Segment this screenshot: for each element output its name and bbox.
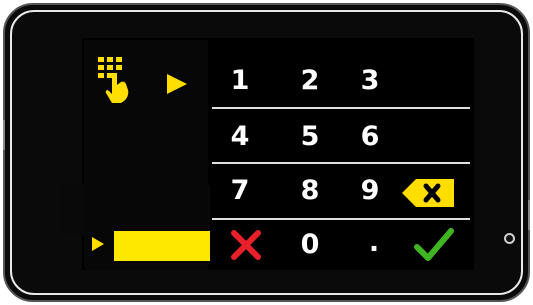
play-arrow-icon <box>167 74 187 94</box>
row-divider <box>212 218 470 220</box>
keypad-touch-icon <box>98 57 129 103</box>
key-0[interactable]: 0 <box>292 227 328 263</box>
row-divider <box>212 107 470 109</box>
key-4[interactable]: 4 <box>222 119 258 155</box>
key-8[interactable]: 8 <box>292 173 328 209</box>
key-9[interactable]: 9 <box>352 173 388 209</box>
key-1[interactable]: 1 <box>222 63 258 99</box>
row-divider <box>212 162 470 164</box>
entry-arrow-icon <box>92 237 104 251</box>
key-5[interactable]: 5 <box>292 119 328 155</box>
key-7[interactable]: 7 <box>222 173 258 209</box>
cancel-x-icon[interactable] <box>230 229 262 261</box>
confirm-check-icon[interactable] <box>414 227 454 263</box>
side-button-right <box>528 200 530 230</box>
key-2[interactable]: 2 <box>292 63 328 99</box>
key-3[interactable]: 3 <box>352 63 388 99</box>
backspace-icon[interactable] <box>398 177 456 209</box>
side-button-left <box>3 120 5 150</box>
key-dot[interactable]: . <box>356 225 392 261</box>
home-button[interactable] <box>504 233 515 244</box>
key-6[interactable]: 6 <box>352 119 388 155</box>
entry-field[interactable] <box>114 231 210 261</box>
